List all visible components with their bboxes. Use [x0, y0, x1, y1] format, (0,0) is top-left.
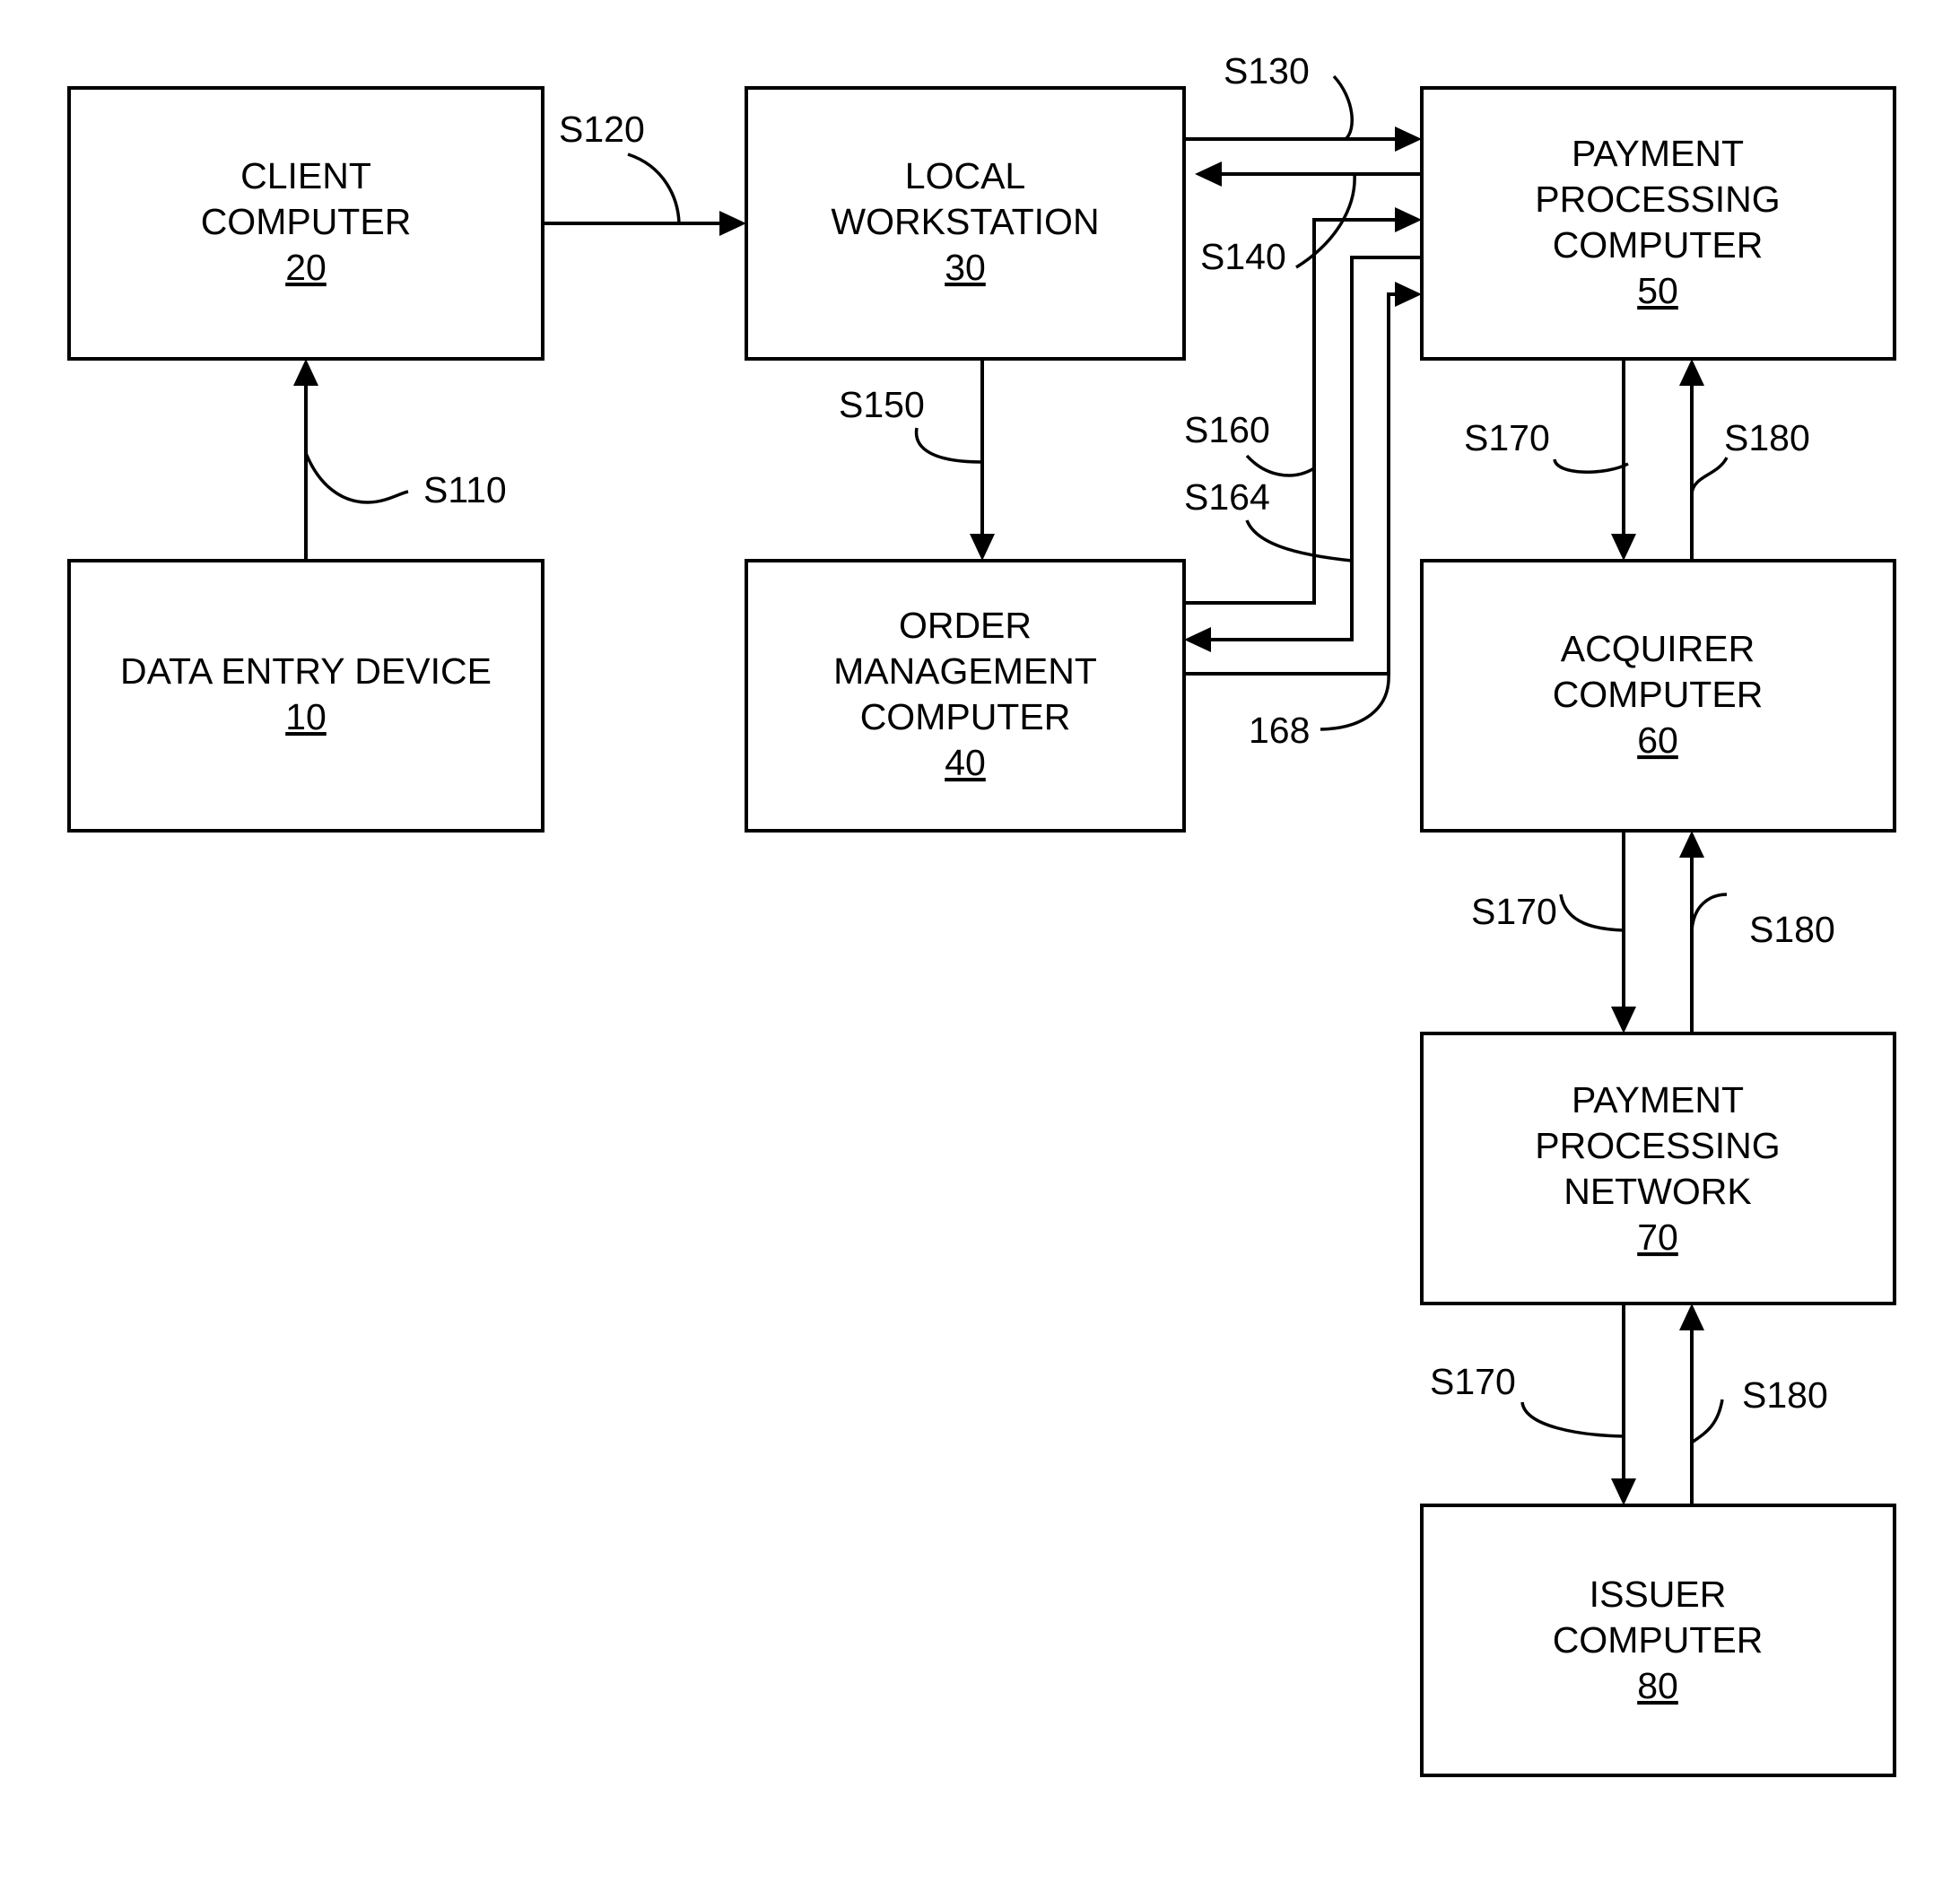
box-client-computer: CLIENT COMPUTER 20 — [67, 86, 544, 361]
box-line: ISSUER — [1590, 1574, 1727, 1615]
box-line: WORKSTATION — [831, 201, 1099, 242]
arrowhead-icon — [1679, 359, 1704, 386]
connector-s130: S130 — [1184, 50, 1422, 152]
box-line: DATA ENTRY DEVICE — [120, 650, 492, 692]
arrowhead-icon — [1611, 1007, 1636, 1033]
step-label: S170 — [1464, 417, 1550, 458]
box-line: PROCESSING — [1535, 179, 1780, 220]
box-line: COMPUTER — [201, 201, 412, 242]
arrowhead-icon — [293, 359, 318, 386]
step-label: S170 — [1430, 1361, 1516, 1402]
connector-s170-70-80: S170 — [1430, 1303, 1636, 1505]
box-line: PAYMENT — [1572, 1079, 1744, 1120]
box-ref: 50 — [1637, 270, 1678, 311]
box-line: COMPUTER — [1553, 674, 1764, 715]
arrowhead-icon — [719, 211, 746, 236]
box-line: CLIENT — [240, 155, 371, 196]
box-ref: 30 — [945, 247, 986, 288]
box-local-workstation: LOCAL WORKSTATION 30 — [745, 86, 1186, 361]
box-ref: 20 — [285, 247, 327, 288]
box-line: LOCAL — [905, 155, 1025, 196]
box-payment-processing-computer: PAYMENT PROCESSING COMPUTER 50 — [1420, 86, 1896, 361]
box-line: ACQUIRER — [1561, 628, 1755, 669]
arrowhead-icon — [1679, 831, 1704, 858]
step-label: S130 — [1224, 50, 1310, 92]
arrowhead-icon — [1611, 1478, 1636, 1505]
payment-flow-diagram: CLIENT COMPUTER 20 DATA ENTRY DEVICE 10 … — [67, 50, 1896, 1777]
connector-s164: S164 — [1184, 256, 1422, 652]
box-data-entry-device: DATA ENTRY DEVICE 10 — [67, 559, 544, 833]
box-ref: 60 — [1637, 719, 1678, 761]
box-line: COMPUTER — [1553, 224, 1764, 266]
step-label: S140 — [1200, 236, 1286, 277]
arrowhead-icon — [1395, 207, 1422, 232]
step-label: 168 — [1249, 710, 1310, 751]
step-label: S160 — [1184, 409, 1270, 450]
box-line: COMPUTER — [1553, 1619, 1764, 1661]
arrowhead-icon — [970, 534, 995, 561]
box-line: NETWORK — [1564, 1171, 1752, 1212]
box-line: ORDER — [899, 605, 1032, 646]
box-issuer-computer: ISSUER COMPUTER 80 — [1420, 1504, 1896, 1777]
box-line: MANAGEMENT — [833, 650, 1097, 692]
step-label: S170 — [1471, 891, 1557, 932]
connector-s180-70-60: S180 — [1679, 831, 1835, 1033]
step-label: S180 — [1742, 1374, 1828, 1416]
arrowhead-icon — [1395, 126, 1422, 152]
arrowhead-icon — [1184, 627, 1211, 652]
connector-s120: S120 — [543, 109, 746, 236]
box-ref: 80 — [1637, 1665, 1678, 1706]
box-line: PROCESSING — [1535, 1125, 1780, 1166]
step-label: S110 — [423, 469, 507, 510]
connector-s150: S150 — [839, 359, 995, 561]
box-ref: 10 — [285, 696, 327, 737]
step-label: S164 — [1184, 476, 1270, 518]
step-label: S180 — [1749, 909, 1835, 950]
connector-s170-50-60: S170 — [1464, 359, 1636, 561]
box-order-management-computer: ORDER MANAGEMENT COMPUTER 40 — [745, 559, 1186, 833]
arrowhead-icon — [1679, 1303, 1704, 1330]
arrowhead-icon — [1195, 161, 1222, 187]
box-line: PAYMENT — [1572, 133, 1744, 174]
step-label: S180 — [1724, 417, 1810, 458]
step-label: S120 — [559, 109, 645, 150]
connector-s170-60-70: S170 — [1471, 831, 1636, 1033]
connector-s180-80-70: S180 — [1679, 1303, 1828, 1505]
box-ref: 40 — [945, 742, 986, 783]
arrowhead-icon — [1395, 282, 1422, 307]
connector-s180-60-50: S180 — [1679, 359, 1810, 561]
arrowhead-icon — [1611, 534, 1636, 561]
connector-s110: S110 — [293, 359, 507, 561]
box-line: COMPUTER — [860, 696, 1071, 737]
box-acquirer-computer: ACQUIRER COMPUTER 60 — [1420, 559, 1896, 833]
step-label: S150 — [839, 384, 925, 425]
box-payment-processing-network: PAYMENT PROCESSING NETWORK 70 — [1420, 1032, 1896, 1305]
box-ref: 70 — [1637, 1216, 1678, 1258]
